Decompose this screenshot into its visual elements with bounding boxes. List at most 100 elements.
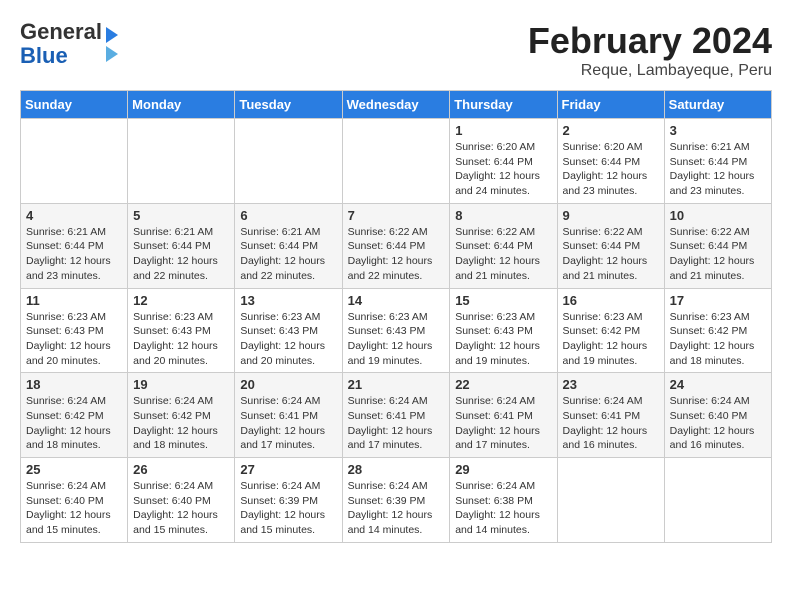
calendar-cell: 13 Sunrise: 6:23 AMSunset: 6:43 PMDayligh… xyxy=(235,288,342,373)
day-info: Sunrise: 6:24 AMSunset: 6:40 PMDaylight:… xyxy=(26,479,122,538)
day-number: 14 xyxy=(348,293,445,308)
day-info: Sunrise: 6:21 AMSunset: 6:44 PMDaylight:… xyxy=(670,140,766,199)
calendar-cell xyxy=(128,119,235,204)
calendar-cell: 9 Sunrise: 6:22 AMSunset: 6:44 PMDaylight… xyxy=(557,203,664,288)
day-info: Sunrise: 6:24 AMSunset: 6:39 PMDaylight:… xyxy=(348,479,445,538)
day-number: 9 xyxy=(563,208,659,223)
day-number: 1 xyxy=(455,123,551,138)
logo: General Blue xyxy=(20,20,118,68)
day-info: Sunrise: 6:21 AMSunset: 6:44 PMDaylight:… xyxy=(240,225,336,284)
calendar-cell: 28 Sunrise: 6:24 AMSunset: 6:39 PMDayligh… xyxy=(342,458,450,543)
day-number: 2 xyxy=(563,123,659,138)
day-number: 7 xyxy=(348,208,445,223)
day-info: Sunrise: 6:24 AMSunset: 6:41 PMDaylight:… xyxy=(348,394,445,453)
calendar-cell xyxy=(664,458,771,543)
calendar-week-row: 25 Sunrise: 6:24 AMSunset: 6:40 PMDayligh… xyxy=(21,458,772,543)
day-info: Sunrise: 6:23 AMSunset: 6:42 PMDaylight:… xyxy=(563,310,659,369)
calendar-cell: 5 Sunrise: 6:21 AMSunset: 6:44 PMDaylight… xyxy=(128,203,235,288)
logo-arrow-top xyxy=(106,27,118,43)
day-number: 8 xyxy=(455,208,551,223)
day-number: 24 xyxy=(670,377,766,392)
calendar-cell: 27Sunrise: 6:24 AMSunset: 6:39 PMDayligh… xyxy=(235,458,342,543)
calendar-cell: 19 Sunrise: 6:24 AMSunset: 6:42 PMDayligh… xyxy=(128,373,235,458)
day-info: Sunrise: 6:24 AMSunset: 6:40 PMDaylight:… xyxy=(133,479,229,538)
day-number: 4 xyxy=(26,208,122,223)
day-number: 25 xyxy=(26,462,122,477)
day-number: 17 xyxy=(670,293,766,308)
calendar-table: SundayMondayTuesdayWednesdayThursdayFrid… xyxy=(20,90,772,543)
day-info: Sunrise: 6:20 AMSunset: 6:44 PMDaylight:… xyxy=(563,140,659,199)
calendar-cell xyxy=(557,458,664,543)
day-number: 6 xyxy=(240,208,336,223)
day-number: 19 xyxy=(133,377,229,392)
day-info: Sunrise: 6:23 AMSunset: 6:43 PMDaylight:… xyxy=(348,310,445,369)
day-number: 3 xyxy=(670,123,766,138)
day-number: 23 xyxy=(563,377,659,392)
calendar-week-row: 4 Sunrise: 6:21 AMSunset: 6:44 PMDaylight… xyxy=(21,203,772,288)
day-info: Sunrise: 6:24 AMSunset: 6:41 PMDaylight:… xyxy=(563,394,659,453)
day-number: 21 xyxy=(348,377,445,392)
calendar-cell xyxy=(21,119,128,204)
day-number: 11 xyxy=(26,293,122,308)
calendar-cell: 10 Sunrise: 6:22 AMSunset: 6:44 PMDayligh… xyxy=(664,203,771,288)
calendar-cell: 18 Sunrise: 6:24 AMSunset: 6:42 PMDayligh… xyxy=(21,373,128,458)
calendar-cell: 15 Sunrise: 6:23 AMSunset: 6:43 PMDayligh… xyxy=(450,288,557,373)
day-number: 18 xyxy=(26,377,122,392)
calendar-day-header: Saturday xyxy=(664,91,771,119)
calendar-cell: 29Sunrise: 6:24 AMSunset: 6:38 PMDayligh… xyxy=(450,458,557,543)
calendar-day-header: Monday xyxy=(128,91,235,119)
page-title: February 2024 xyxy=(528,20,772,62)
day-number: 16 xyxy=(563,293,659,308)
day-info: Sunrise: 6:21 AMSunset: 6:44 PMDaylight:… xyxy=(26,225,122,284)
day-info: Sunrise: 6:22 AMSunset: 6:44 PMDaylight:… xyxy=(670,225,766,284)
day-info: Sunrise: 6:24 AMSunset: 6:42 PMDaylight:… xyxy=(133,394,229,453)
day-number: 28 xyxy=(348,462,445,477)
day-info: Sunrise: 6:23 AMSunset: 6:43 PMDaylight:… xyxy=(455,310,551,369)
day-number: 5 xyxy=(133,208,229,223)
page-subtitle: Reque, Lambayeque, Peru xyxy=(528,62,772,80)
calendar-day-header: Wednesday xyxy=(342,91,450,119)
calendar-cell: 12Sunrise: 6:23 AMSunset: 6:43 PMDayligh… xyxy=(128,288,235,373)
calendar-cell: 7 Sunrise: 6:22 AMSunset: 6:44 PMDaylight… xyxy=(342,203,450,288)
day-info: Sunrise: 6:21 AMSunset: 6:44 PMDaylight:… xyxy=(133,225,229,284)
calendar-cell: 11 Sunrise: 6:23 AMSunset: 6:43 PMDayligh… xyxy=(21,288,128,373)
day-info: Sunrise: 6:22 AMSunset: 6:44 PMDaylight:… xyxy=(455,225,551,284)
day-info: Sunrise: 6:24 AMSunset: 6:42 PMDaylight:… xyxy=(26,394,122,453)
day-number: 12 xyxy=(133,293,229,308)
day-info: Sunrise: 6:23 AMSunset: 6:43 PMDaylight:… xyxy=(240,310,336,369)
day-number: 22 xyxy=(455,377,551,392)
day-number: 10 xyxy=(670,208,766,223)
calendar-cell: 16 Sunrise: 6:23 AMSunset: 6:42 PMDayligh… xyxy=(557,288,664,373)
calendar-cell: 24Sunrise: 6:24 AMSunset: 6:40 PMDayligh… xyxy=(664,373,771,458)
calendar-day-header: Thursday xyxy=(450,91,557,119)
calendar-cell: 3 Sunrise: 6:21 AMSunset: 6:44 PMDaylight… xyxy=(664,119,771,204)
calendar-header-row: SundayMondayTuesdayWednesdayThursdayFrid… xyxy=(21,91,772,119)
title-block: February 2024 Reque, Lambayeque, Peru xyxy=(528,20,772,80)
calendar-cell: 20 Sunrise: 6:24 AMSunset: 6:41 PMDayligh… xyxy=(235,373,342,458)
calendar-week-row: 18 Sunrise: 6:24 AMSunset: 6:42 PMDayligh… xyxy=(21,373,772,458)
calendar-week-row: 11 Sunrise: 6:23 AMSunset: 6:43 PMDayligh… xyxy=(21,288,772,373)
calendar-cell: 2 Sunrise: 6:20 AMSunset: 6:44 PMDaylight… xyxy=(557,119,664,204)
day-info: Sunrise: 6:23 AMSunset: 6:43 PMDaylight:… xyxy=(26,310,122,369)
day-info: Sunrise: 6:24 AMSunset: 6:41 PMDaylight:… xyxy=(240,394,336,453)
calendar-day-header: Tuesday xyxy=(235,91,342,119)
day-number: 15 xyxy=(455,293,551,308)
calendar-cell: 1 Sunrise: 6:20 AMSunset: 6:44 PMDaylight… xyxy=(450,119,557,204)
day-number: 26 xyxy=(133,462,229,477)
day-info: Sunrise: 6:22 AMSunset: 6:44 PMDaylight:… xyxy=(348,225,445,284)
day-number: 20 xyxy=(240,377,336,392)
calendar-cell: 21 Sunrise: 6:24 AMSunset: 6:41 PMDayligh… xyxy=(342,373,450,458)
calendar-cell: 26 Sunrise: 6:24 AMSunset: 6:40 PMDayligh… xyxy=(128,458,235,543)
logo-arrow-bottom xyxy=(106,46,118,62)
calendar-cell: 6 Sunrise: 6:21 AMSunset: 6:44 PMDaylight… xyxy=(235,203,342,288)
day-info: Sunrise: 6:22 AMSunset: 6:44 PMDaylight:… xyxy=(563,225,659,284)
day-info: Sunrise: 6:24 AMSunset: 6:41 PMDaylight:… xyxy=(455,394,551,453)
calendar-cell: 22 Sunrise: 6:24 AMSunset: 6:41 PMDayligh… xyxy=(450,373,557,458)
day-info: Sunrise: 6:20 AMSunset: 6:44 PMDaylight:… xyxy=(455,140,551,199)
day-number: 13 xyxy=(240,293,336,308)
calendar-cell: 8 Sunrise: 6:22 AMSunset: 6:44 PMDaylight… xyxy=(450,203,557,288)
day-info: Sunrise: 6:24 AMSunset: 6:39 PMDaylight:… xyxy=(240,479,336,538)
logo-text: General Blue xyxy=(20,20,102,68)
calendar-cell: 14 Sunrise: 6:23 AMSunset: 6:43 PMDayligh… xyxy=(342,288,450,373)
calendar-week-row: 1 Sunrise: 6:20 AMSunset: 6:44 PMDaylight… xyxy=(21,119,772,204)
